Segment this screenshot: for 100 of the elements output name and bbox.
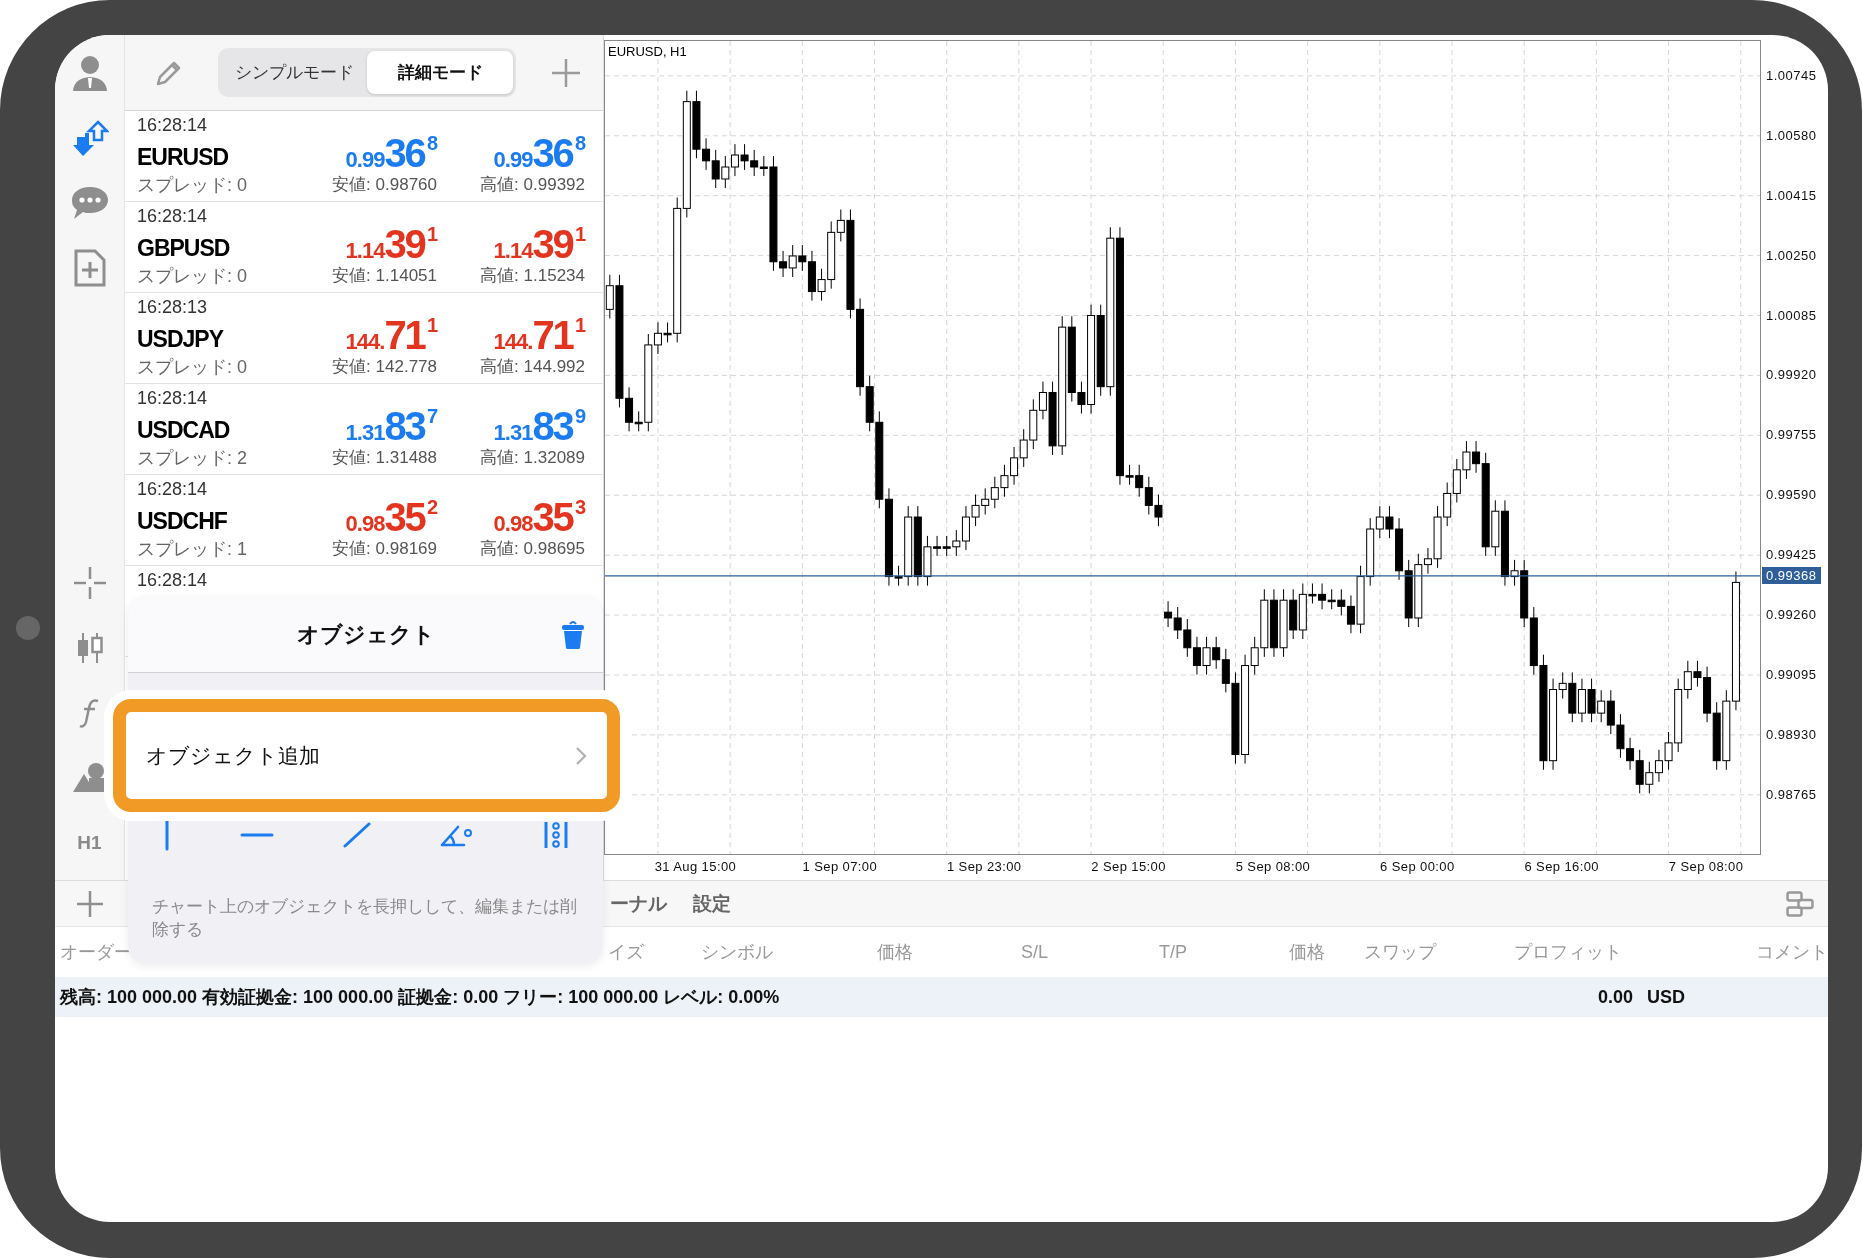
candlestick	[1462, 440, 1471, 480]
camera-dot	[16, 616, 40, 640]
candlestick	[1654, 749, 1663, 783]
time-axis-label: 1 Sep 07:00	[802, 859, 878, 874]
trash-icon[interactable]	[561, 619, 585, 650]
price-axis-label: 1.00580	[1766, 127, 1817, 143]
column-header: コメント	[1756, 941, 1828, 964]
price-axis-label: 0.99425	[1766, 547, 1817, 563]
add-document-icon[interactable]	[73, 248, 106, 287]
quote-time: 16:28:13	[137, 297, 209, 319]
timeframe-label[interactable]: H1	[77, 831, 102, 854]
column-header: シンボル	[701, 941, 774, 964]
arrows-icon[interactable]	[70, 118, 109, 157]
candlestick	[1587, 678, 1596, 723]
candlestick	[952, 529, 961, 557]
price-axis-label: 0.99920	[1766, 367, 1817, 383]
account-summary: 残高: 100 000.00 有効証拠金: 100 000.00 証拠金: 0.00 フリー: 100 000.00 レベル: 0.00%	[60, 986, 781, 1009]
bottom-tab[interactable]: 設定	[693, 890, 731, 917]
candlestick	[990, 476, 999, 509]
symbol-name[interactable]: EURUSD	[137, 143, 287, 171]
layout-icon[interactable]	[1786, 890, 1814, 917]
time-axis-label: 6 Sep 16:00	[1524, 859, 1599, 874]
crosshair-icon[interactable]	[73, 566, 106, 599]
candlestick	[1212, 636, 1221, 670]
price-axis-label: 0.98765	[1766, 786, 1817, 802]
time-axis-label: 5 Sep 08:00	[1235, 859, 1311, 874]
candlestick	[1626, 737, 1635, 771]
price-axis-label: 0.98930	[1766, 726, 1817, 742]
symbol-name[interactable]: USDCAD	[137, 416, 287, 444]
price-axis-label: 1.00415	[1766, 187, 1817, 203]
candlestick	[1308, 582, 1317, 604]
column-header: 価格	[877, 941, 914, 964]
candlestick	[942, 535, 951, 557]
candlestick	[1635, 749, 1644, 794]
candlestick	[971, 494, 980, 527]
symbol-name[interactable]: GBPUSD	[137, 234, 287, 262]
mode-tab[interactable]: 詳細モード	[367, 51, 513, 94]
symbol-name[interactable]: USDJPY	[137, 325, 287, 353]
chart-title: EURUSD, H1	[608, 44, 687, 59]
chart-panel[interactable]: EURUSD, H1	[604, 40, 1761, 855]
candlestick	[1616, 713, 1625, 759]
symbol-name[interactable]: USDCHF	[137, 507, 287, 535]
high-price: 高値: 1.15234	[480, 265, 585, 287]
candlestick	[1192, 636, 1201, 676]
candlestick	[711, 149, 720, 189]
candlestick	[605, 274, 614, 319]
candlestick	[1337, 588, 1346, 616]
candlestick	[1597, 689, 1606, 723]
current-price-label: 0.99368	[1762, 566, 1821, 584]
add-icon[interactable]	[551, 57, 581, 88]
bottom-tab[interactable]: ーナル	[610, 890, 667, 917]
candlestick	[1683, 660, 1692, 700]
column-header: スワップ	[1364, 941, 1438, 964]
candlestick	[1452, 458, 1461, 504]
high-price: 高値: 144.992	[480, 356, 585, 378]
levels-icon[interactable]	[542, 820, 569, 850]
time-axis-label: 1 Sep 23:00	[946, 859, 1022, 874]
spread-text: スプレッド: 0	[137, 356, 248, 379]
candlestick	[721, 155, 730, 189]
spread-text: スプレッド: 0	[137, 265, 248, 288]
candlestick	[1010, 446, 1019, 486]
column-header: T/P	[1159, 941, 1188, 963]
candlestick	[1443, 482, 1452, 527]
candlestick	[788, 244, 797, 278]
candlestick	[1693, 660, 1702, 688]
spread-text: スプレッド: 1	[137, 538, 248, 561]
candlestick	[1038, 381, 1047, 420]
candlestick	[1375, 505, 1384, 539]
candlestick	[779, 250, 788, 278]
currency-label: USD	[1647, 986, 1685, 1008]
candlestick	[981, 487, 990, 515]
candlestick	[1385, 505, 1394, 539]
mode-tab[interactable]: シンプルモード	[221, 51, 367, 94]
column-header: S/L	[1021, 941, 1050, 963]
candlestick	[1558, 671, 1567, 700]
spread-text: スプレッド: 2	[137, 447, 248, 470]
candlestick	[798, 244, 807, 272]
candlestick	[730, 143, 739, 177]
candlestick	[1154, 494, 1163, 527]
column-header: プロフィット	[1514, 941, 1623, 964]
candlestick	[625, 386, 634, 432]
add-icon[interactable]	[76, 889, 104, 918]
high-price: 高値: 0.98695	[480, 538, 585, 560]
price-axis-label: 1.00085	[1766, 307, 1817, 323]
angle-icon[interactable]	[439, 823, 474, 847]
trend-line-icon[interactable]	[342, 822, 371, 848]
candlestick	[1606, 689, 1615, 735]
time-axis-label: 7 Sep 08:00	[1668, 859, 1744, 874]
horizontal-line-icon[interactable]	[239, 831, 274, 839]
candlestick	[817, 268, 826, 302]
low-price: 安値: 1.14051	[332, 265, 437, 287]
high-price: 高値: 0.99392	[480, 174, 585, 196]
candlestick	[1202, 636, 1211, 676]
candlestick	[653, 321, 662, 355]
price-axis-label: 0.99260	[1766, 607, 1817, 623]
user-icon[interactable]	[70, 53, 109, 92]
column-header: イズ	[608, 941, 645, 964]
time-axis-label: 31 Aug 15:00	[654, 859, 737, 874]
chat-icon[interactable]	[69, 184, 110, 221]
quote-time: 16:28:14	[137, 388, 209, 410]
